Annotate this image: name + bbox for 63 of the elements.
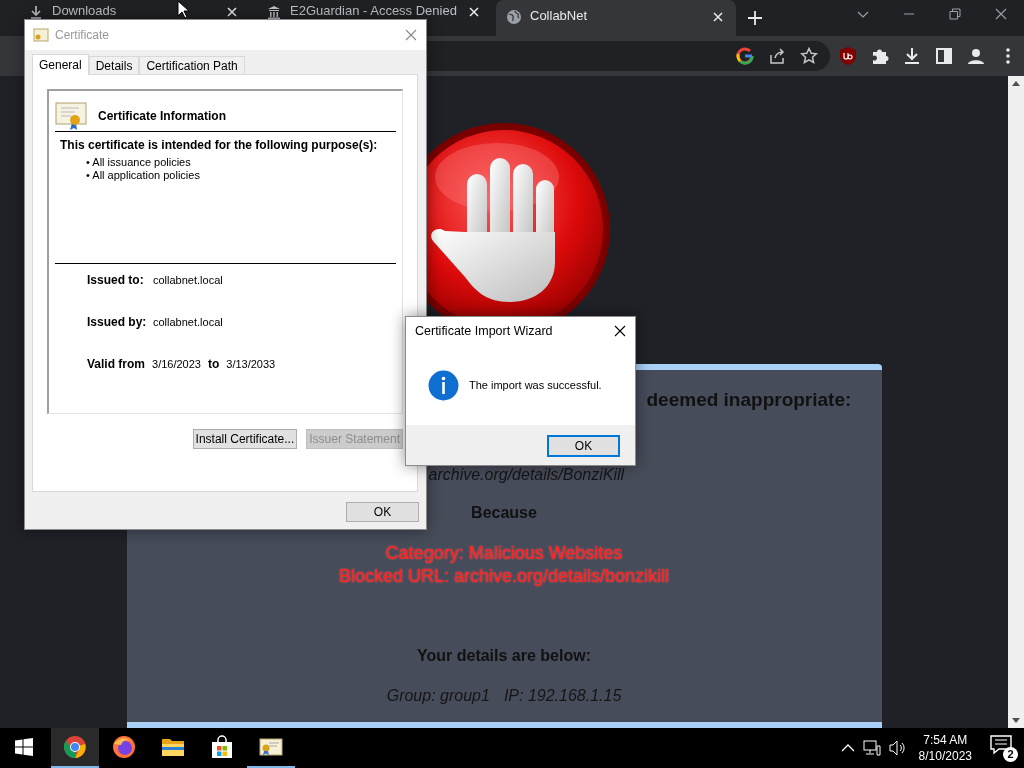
browser-tab[interactable]: CollabNet (496, 0, 736, 36)
purpose-item: • All issuance policies (86, 156, 192, 169)
field-value: collabnet.local (153, 315, 223, 329)
block-reason: Category: Malicious Websites (385, 542, 623, 565)
browser-tab[interactable]: E2Guardian - Access Denied (256, 0, 492, 36)
field-value: 3/13/2033 (226, 357, 276, 371)
star-icon[interactable] (800, 47, 818, 65)
dialog-tab[interactable]: General (32, 54, 89, 75)
dialog-title: Certificate (55, 28, 111, 42)
globe-icon (506, 9, 522, 25)
field-value: 3/16/2023 (152, 357, 201, 371)
close-icon[interactable] (995, 8, 1007, 20)
clock-time[interactable]: 7:54 AM (923, 732, 968, 748)
info-title: Certificate Information (98, 109, 226, 123)
blocked-url: archive.org/details/BonziKill (427, 465, 626, 485)
field-value: collabnet.local (153, 273, 223, 287)
google-icon[interactable] (736, 47, 754, 65)
ip-text: IP: 192.168.1.15 (503, 686, 622, 706)
volume-icon[interactable] (888, 740, 907, 756)
details-heading: Your details are below: (417, 646, 591, 666)
field-label: Issued to: (87, 273, 145, 287)
chrome-icon (63, 735, 87, 759)
side-panel-icon[interactable] (934, 46, 954, 66)
dialog-tab[interactable]: Details (88, 56, 140, 74)
scroll-down-icon[interactable] (1012, 718, 1020, 724)
field-label: Issued by: (87, 315, 148, 329)
share-icon[interactable] (768, 47, 786, 65)
chevron-up-icon[interactable] (840, 743, 855, 753)
clock-date[interactable]: 8/10/2023 (918, 748, 972, 764)
ok-button[interactable]: OK (346, 502, 419, 522)
purpose-item: • All application policies (86, 169, 201, 182)
group-text: Group: group1 (386, 686, 490, 706)
close-icon[interactable] (613, 324, 627, 338)
firefox-icon (112, 735, 136, 759)
block-reason: Blocked URL: archive.org/details/bonzikill (338, 565, 670, 588)
certificate-icon (259, 735, 283, 759)
restore-icon[interactable] (949, 8, 961, 20)
start-icon[interactable] (15, 738, 33, 756)
download-icon (28, 4, 44, 20)
scroll-up-icon[interactable] (1012, 80, 1020, 86)
ok-button[interactable]: OK (547, 435, 620, 457)
notification-count: 2 (1003, 747, 1018, 762)
taskbar-button[interactable] (51, 728, 99, 768)
dialog-title: Certificate Import Wizard (415, 324, 554, 338)
field-label: Valid from (87, 357, 145, 371)
dialog-button[interactable]: Install Certificate... (192, 429, 298, 449)
cursor-icon (177, 0, 189, 19)
purpose-heading: This certificate is intended for the following purpose(s): (60, 138, 379, 153)
shield-icon[interactable] (838, 46, 858, 66)
new-tab-icon[interactable] (746, 9, 764, 27)
dialog-message: The import was successful. (469, 379, 602, 391)
building-icon (266, 4, 282, 20)
shopping-bag-icon (210, 735, 234, 759)
profile-icon[interactable] (966, 46, 986, 66)
field-label: to (207, 357, 220, 371)
certificate-icon (33, 27, 49, 43)
dialog-tab[interactable]: Certification Path (139, 56, 245, 74)
network-icon[interactable] (862, 740, 881, 756)
info-icon (428, 369, 459, 401)
certificate-icon (55, 101, 87, 131)
panel-heading: deemed inappropriate: (645, 389, 853, 411)
download-icon[interactable] (902, 46, 922, 66)
because-label: Because (471, 503, 537, 523)
